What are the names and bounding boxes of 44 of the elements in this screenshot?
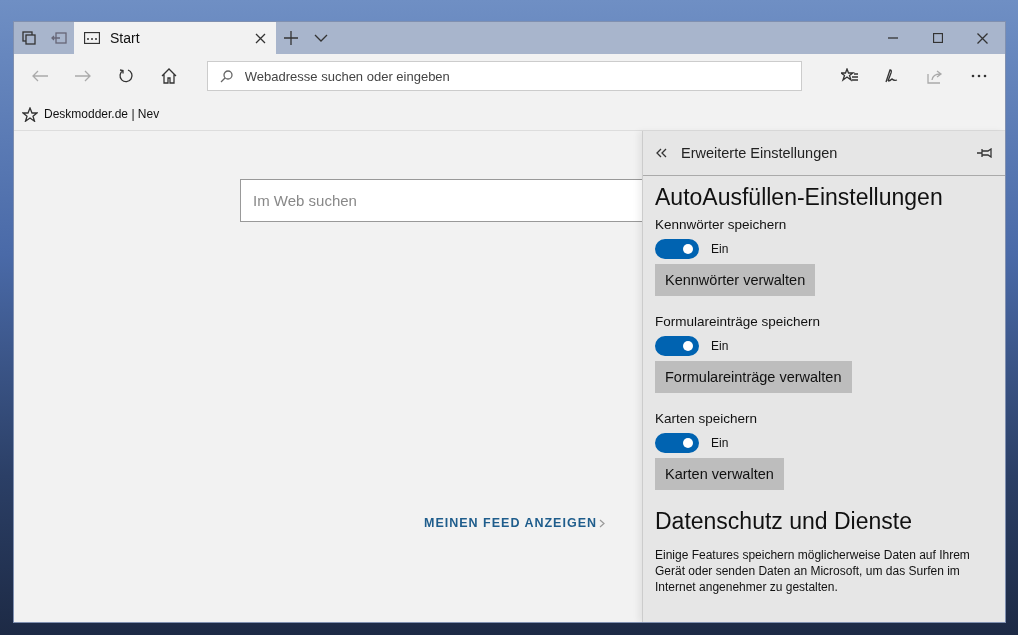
section-heading: Datenschutz und Dienste xyxy=(655,508,913,535)
chevron-down-icon xyxy=(314,34,328,42)
maximize-icon xyxy=(932,33,943,43)
toggle-switch[interactable] xyxy=(655,239,699,259)
address-bar[interactable]: Webadresse suchen oder eingeben xyxy=(206,61,803,91)
double-chevron-left-icon xyxy=(655,148,667,158)
more-icon xyxy=(971,74,988,78)
manage-button[interactable]: Kennwörter verwalten xyxy=(655,264,816,296)
web-search-field[interactable]: Im Web suchen xyxy=(240,179,642,222)
close-icon xyxy=(977,32,988,44)
back-button[interactable] xyxy=(655,148,667,158)
setting-label: Karten speichern xyxy=(655,411,759,426)
favorite-link[interactable]: Deskmodder.de | Nev xyxy=(22,106,160,122)
setting-label: Formulareinträge speichern xyxy=(655,314,822,329)
minimize-icon xyxy=(887,37,898,39)
chevron-right-icon xyxy=(599,518,606,528)
star-list-icon xyxy=(840,68,859,84)
pin-icon xyxy=(977,148,993,158)
search-icon xyxy=(219,69,233,83)
refresh-icon xyxy=(118,68,134,84)
manage-button[interactable]: Karten verwalten xyxy=(655,458,784,490)
page-icon xyxy=(84,32,100,44)
manage-button[interactable]: Formulareinträge verwalten xyxy=(655,361,852,393)
arrow-left-icon xyxy=(31,70,48,82)
setting-label: Kennwörter speichern xyxy=(655,217,788,232)
section-description: Einige Features speichern möglicherweise Daten auf Ihrem Gerät oder senden Daten an Microsoft, um das Surfen im Internet angenehmer zu gestalten. xyxy=(655,547,971,595)
stacked-windows-icon xyxy=(22,31,36,45)
pin-button[interactable] xyxy=(977,148,993,158)
feed-link[interactable]: MEINEN FEED ANZEIGEN xyxy=(424,516,606,530)
arrow-right-icon xyxy=(74,70,91,82)
home-icon xyxy=(161,68,178,84)
window-arrow-icon xyxy=(51,32,67,44)
panel-title: Erweiterte Einstellungen xyxy=(681,145,839,161)
toggle-switch[interactable] xyxy=(655,336,699,356)
plus-icon xyxy=(284,31,298,45)
section-heading: AutoAusfüllen-Einstellungen xyxy=(655,184,944,211)
browser-tab[interactable]: Start xyxy=(74,22,276,54)
toggle-state-text: Ein xyxy=(711,436,729,450)
address-input[interactable]: Webadresse suchen oder eingeben xyxy=(242,67,790,85)
close-icon[interactable] xyxy=(255,32,266,44)
toggle-switch[interactable] xyxy=(655,433,699,453)
toggle-state-text: Ein xyxy=(711,339,729,353)
toggle-state-text: Ein xyxy=(711,242,729,256)
star-icon xyxy=(22,106,38,122)
